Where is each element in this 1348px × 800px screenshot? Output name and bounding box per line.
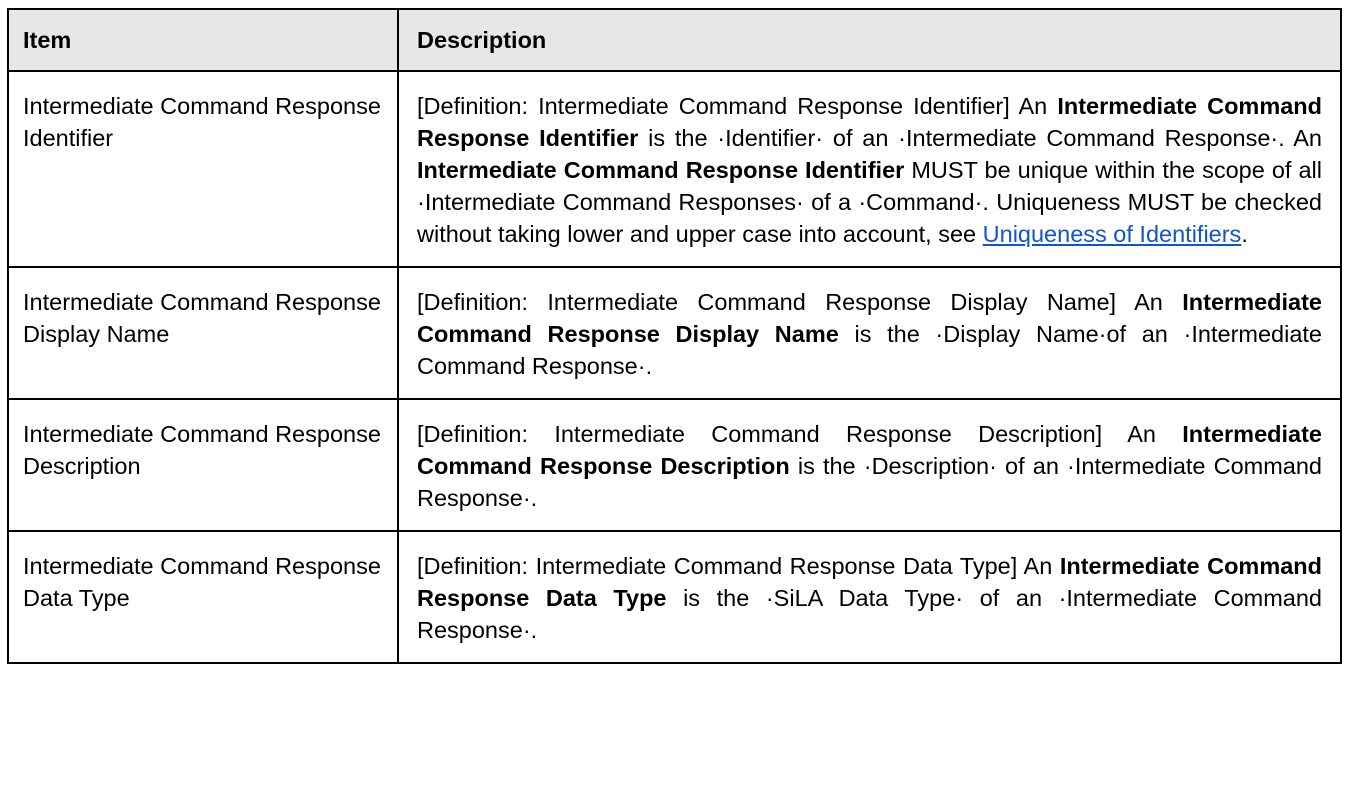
definition-intro: [Definition: Intermediate Command Respon… [417, 93, 1048, 119]
item-cell: Intermediate Command Response Identifier [7, 70, 399, 268]
table-header-row: Item Description [7, 8, 1342, 72]
header-description: Description [397, 8, 1342, 72]
table-row: Intermediate Command Response Identifier… [7, 70, 1342, 268]
uniqueness-of-identifiers-link[interactable]: Uniqueness of Identifiers [983, 221, 1242, 247]
description-cell: [Definition: Intermediate Command Respon… [397, 530, 1342, 664]
definition-intro: [Definition: Intermediate Command Respon… [417, 421, 1156, 447]
definition-intro: [Definition: Intermediate Command Respon… [417, 553, 1053, 579]
item-cell: Intermediate Command Response Data Type [7, 530, 399, 664]
definition-end: . [1241, 221, 1248, 247]
description-cell: [Definition: Intermediate Command Respon… [397, 70, 1342, 268]
table-row: Intermediate Command Response Descriptio… [7, 398, 1342, 532]
header-item: Item [7, 8, 399, 72]
description-cell: [Definition: Intermediate Command Respon… [397, 266, 1342, 400]
defined-term: Intermediate Command Response Identifier [417, 157, 905, 183]
definitions-table: Item Description Intermediate Command Re… [7, 8, 1342, 664]
description-cell: [Definition: Intermediate Command Respon… [397, 398, 1342, 532]
table-row: Intermediate Command Response Display Na… [7, 266, 1342, 400]
item-cell: Intermediate Command Response Descriptio… [7, 398, 399, 532]
definition-text: is the ·Identifier· of an ·Intermediate … [648, 125, 1322, 151]
table-row: Intermediate Command Response Data Type … [7, 530, 1342, 664]
definitions-table-container: Item Description Intermediate Command Re… [7, 8, 1342, 664]
definition-intro: [Definition: Intermediate Command Respon… [417, 289, 1163, 315]
item-cell: Intermediate Command Response Display Na… [7, 266, 399, 400]
